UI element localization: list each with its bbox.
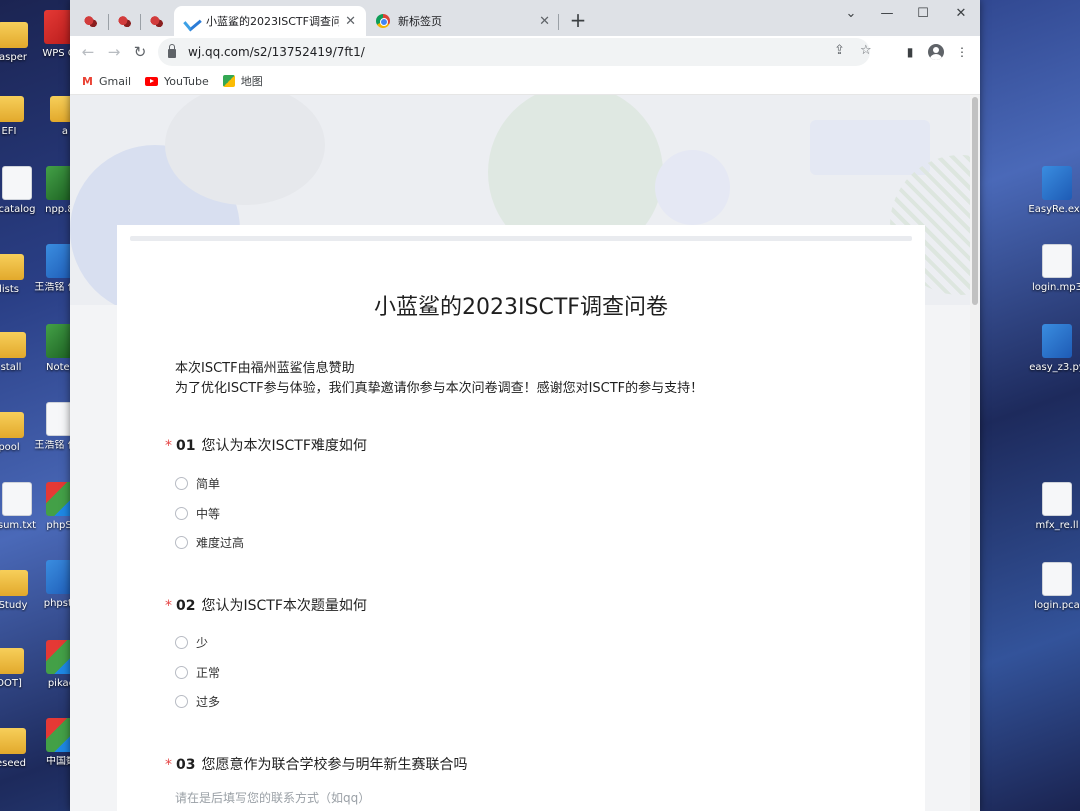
bookmarks-bar: M Gmail YouTube 地图 xyxy=(70,68,980,95)
desktop-icon[interactable]: mfx_re.ll xyxy=(1022,482,1080,532)
close-window-button[interactable]: ✕ xyxy=(942,2,980,26)
new-tab-button[interactable]: + xyxy=(566,8,590,32)
option-q2-normal[interactable]: 正常 xyxy=(175,664,220,681)
close-tab-icon[interactable]: ✕ xyxy=(345,14,356,29)
tab-strip: 小蓝鲨的2023ISCTF调查问卷 - 腾 ✕ 新标签页 ✕ + ⌄ — ☐ ✕ xyxy=(70,0,980,36)
survey-page: 小蓝鲨的2023ISCTF调查问卷 本次ISCTF由福州蓝鲨信息赞助 为了优化I… xyxy=(70,95,970,811)
banner-decoration xyxy=(810,120,930,175)
desktop-icon[interactable]: easy_z3.py xyxy=(1022,324,1080,374)
desktop-icon[interactable]: phpSt xyxy=(26,482,70,532)
radio-button[interactable] xyxy=(175,477,188,490)
pinned-tab[interactable] xyxy=(142,8,172,36)
youtube-icon xyxy=(145,76,159,86)
desktop-icon[interactable]: WPS O xyxy=(24,10,70,60)
menu-icon[interactable]: ⋮ xyxy=(952,42,972,62)
desktop-icon[interactable]: npp.8. xyxy=(26,166,70,216)
option-q2-few[interactable]: 少 xyxy=(175,634,208,651)
desktop-icon[interactable]: phpstu xyxy=(26,560,70,610)
profile-button[interactable] xyxy=(926,42,946,62)
tab-separator xyxy=(558,14,559,30)
required-mark: * xyxy=(165,598,172,614)
url-text[interactable]: wj.qq.com/s2/13752419/7ft1/ xyxy=(188,45,365,59)
question-3-hint: 请在是后填写您的联系方式（如qq） xyxy=(175,791,371,805)
toolbar: ← → ↻ wj.qq.com/s2/13752419/7ft1/ ⇪ ☆ ▮ … xyxy=(70,36,980,68)
forward-button[interactable]: → xyxy=(102,40,126,64)
desktop-icon[interactable]: login.mp3 xyxy=(1022,244,1080,294)
minimize-button[interactable]: — xyxy=(868,2,906,26)
back-button[interactable]: ← xyxy=(76,40,100,64)
radio-button[interactable] xyxy=(175,536,188,549)
scrollbar[interactable] xyxy=(970,95,980,811)
avatar-icon xyxy=(928,44,944,60)
site-favicon-icon xyxy=(150,15,164,29)
desktop-icon[interactable]: 王浩铭 作业 xyxy=(26,402,70,452)
address-bar[interactable]: wj.qq.com/s2/13752419/7ft1/ ⇪ ☆ xyxy=(158,38,872,66)
chrome-icon xyxy=(376,14,390,28)
question-3: * 03 您愿意作为联合学校参与明年新生赛联合吗 xyxy=(165,757,468,773)
desktop-icon[interactable]: Notep xyxy=(26,324,70,374)
share-icon[interactable]: ⇪ xyxy=(834,43,845,58)
tencent-survey-icon xyxy=(184,14,198,28)
survey-intro: 本次ISCTF由福州蓝鲨信息赞助 为了优化ISCTF参与体验，我们真挚邀请你参与… xyxy=(175,361,704,396)
tab-search-icon[interactable]: ⌄ xyxy=(832,2,870,26)
desktop-icon[interactable]: 王浩铭 作业 xyxy=(26,244,70,294)
desktop-icon[interactable]: a xyxy=(30,88,70,138)
banner-decoration xyxy=(655,150,730,225)
banner-decoration xyxy=(165,95,325,205)
tab-new[interactable]: 新标签页 ✕ xyxy=(366,6,560,36)
option-q1-hard[interactable]: 难度过高 xyxy=(175,534,244,551)
desktop-icon[interactable]: pikac xyxy=(26,640,70,690)
browser-window: 小蓝鲨的2023ISCTF调查问卷 - 腾 ✕ 新标签页 ✕ + ⌄ — ☐ ✕… xyxy=(70,0,980,811)
reload-button[interactable]: ↻ xyxy=(128,40,152,64)
radio-button[interactable] xyxy=(175,507,188,520)
bookmark-youtube[interactable]: YouTube xyxy=(145,75,209,88)
question-1: * 01 您认为本次ISCTF难度如何 xyxy=(165,438,367,454)
desktop-right: EasyRe.exe login.mp3 easy_z3.py mfx_re.l… xyxy=(980,0,1080,811)
desktop-left: asper WPS O EFI a catalog npp.8. lists 王… xyxy=(0,0,70,811)
tab-separator xyxy=(140,14,141,30)
radio-button[interactable] xyxy=(175,695,188,708)
bookmark-star-icon[interactable]: ☆ xyxy=(860,43,872,58)
radio-button[interactable] xyxy=(175,666,188,679)
survey-title: 小蓝鲨的2023ISCTF调查问卷 xyxy=(374,295,668,320)
gmail-icon: M xyxy=(82,74,93,88)
side-panel-icon[interactable]: ▮ xyxy=(900,42,920,62)
progress-bar xyxy=(130,236,912,241)
required-mark: * xyxy=(165,438,172,454)
tab-survey[interactable]: 小蓝鲨的2023ISCTF调查问卷 - 腾 ✕ xyxy=(174,6,366,36)
desktop-icon[interactable]: EasyRe.exe xyxy=(1022,166,1080,216)
scrollbar-thumb[interactable] xyxy=(972,97,978,305)
option-q1-easy[interactable]: 简单 xyxy=(175,475,220,492)
bookmark-gmail[interactable]: M Gmail xyxy=(82,75,131,88)
maps-icon xyxy=(222,75,235,87)
option-q1-medium[interactable]: 中等 xyxy=(175,505,220,522)
required-mark: * xyxy=(165,757,172,773)
option-q2-many[interactable]: 过多 xyxy=(175,693,220,710)
close-tab-icon[interactable]: ✕ xyxy=(539,14,550,29)
bookmark-maps[interactable]: 地图 xyxy=(222,73,263,89)
pinned-tab[interactable] xyxy=(76,8,106,36)
lock-icon[interactable] xyxy=(168,44,176,58)
radio-button[interactable] xyxy=(175,636,188,649)
desktop-icon[interactable]: login.pca xyxy=(1022,562,1080,612)
pinned-tab[interactable] xyxy=(110,8,140,36)
survey-card: 小蓝鲨的2023ISCTF调查问卷 本次ISCTF由福州蓝鲨信息赞助 为了优化I… xyxy=(117,225,925,811)
site-favicon-icon xyxy=(84,15,98,29)
desktop-icon[interactable]: 中国数 xyxy=(26,718,70,768)
site-favicon-icon xyxy=(118,15,132,29)
question-2: * 02 您认为ISCTF本次题量如何 xyxy=(165,598,367,614)
maximize-button[interactable]: ☐ xyxy=(904,2,942,26)
tab-separator xyxy=(108,14,109,30)
